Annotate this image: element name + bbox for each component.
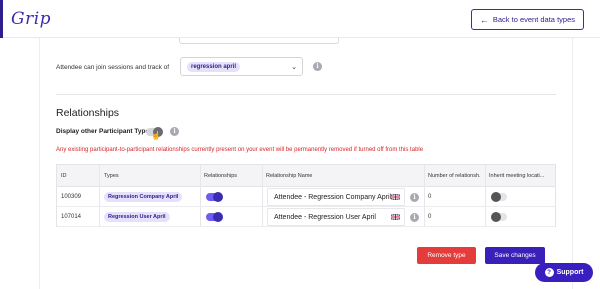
relationships-toggle[interactable]: [206, 212, 223, 222]
attendee-sessions-select[interactable]: regression april ⌄: [180, 57, 303, 76]
relationship-name-value: Attendee - Regression Company April: [274, 193, 392, 201]
warning-message: Any existing participant-to-participant …: [56, 147, 424, 153]
toggle-knob: [491, 212, 501, 222]
arrow-left-icon: ←: [479, 14, 489, 25]
table-header: ID Types Relationships Relationship Name…: [57, 165, 555, 187]
column-header-relationship-name[interactable]: Relationship Name: [266, 173, 312, 179]
uk-flag-icon[interactable]: [391, 214, 400, 220]
toggle-knob: [213, 192, 223, 202]
column-header-id[interactable]: ID: [61, 173, 67, 179]
table-row: 107014 Regression User April Attendee - …: [57, 207, 555, 227]
save-changes-button[interactable]: Save changes: [485, 247, 545, 264]
column-header-inherit-meeting-location[interactable]: Inherit meeting locati...: [489, 173, 551, 179]
type-chip: Regression User April: [104, 212, 170, 222]
left-accent-bar: [0, 0, 3, 38]
info-icon[interactable]: i: [410, 193, 419, 202]
section-divider: [56, 94, 556, 95]
row-id: 100309: [61, 194, 82, 200]
chevron-down-icon: ⌄: [291, 64, 297, 71]
info-icon[interactable]: i: [313, 62, 322, 71]
remove-type-button[interactable]: Remove type: [417, 247, 476, 264]
table-row: 100309 Regression Company April Attendee…: [57, 187, 555, 207]
info-icon[interactable]: i: [170, 127, 179, 136]
page: Grip ← Back to event data types Attendee…: [0, 0, 600, 289]
support-label: Support: [556, 269, 584, 276]
toggle-knob: [213, 212, 223, 222]
relationship-name-input[interactable]: Attendee - Regression Company April: [267, 188, 405, 206]
uk-flag-icon[interactable]: [391, 194, 400, 200]
attendee-sessions-label: Attendee can join sessions and track of: [56, 64, 170, 71]
app-logo[interactable]: Grip: [11, 9, 51, 29]
inherit-meeting-location-toggle[interactable]: [491, 212, 507, 222]
mouse-pointer-icon: ☝: [151, 131, 161, 140]
question-icon: ?: [544, 268, 554, 277]
display-participant-types-label: Display other Participant Types: [56, 128, 153, 135]
column-header-relationships[interactable]: Relationships: [204, 173, 237, 179]
relationships-toggle[interactable]: [206, 192, 223, 202]
top-bar: Grip ← Back to event data types: [0, 0, 600, 38]
back-to-event-data-types-button[interactable]: ← Back to event data types: [470, 9, 584, 30]
type-chip: Regression Company April: [104, 192, 183, 202]
column-header-number-of-relationships[interactable]: Number of relationsh...: [428, 173, 480, 179]
column-header-types[interactable]: Types: [104, 173, 119, 179]
relationship-name-value: Attendee - Regression User April: [274, 213, 376, 221]
row-id: 107014: [61, 214, 82, 220]
relationship-count: 0: [428, 194, 432, 200]
relationship-name-input[interactable]: Attendee - Regression User April: [267, 208, 405, 226]
info-icon[interactable]: i: [410, 213, 419, 222]
content-border-right: [572, 38, 573, 289]
selected-chip: regression april: [187, 61, 241, 72]
previous-select-field[interactable]: [179, 38, 339, 44]
support-button[interactable]: ? Support: [535, 263, 593, 282]
relationships-title: Relationships: [56, 107, 120, 119]
relationship-count: 0: [428, 214, 432, 220]
inherit-meeting-location-toggle[interactable]: [491, 192, 507, 202]
back-button-label: Back to event data types: [492, 15, 575, 24]
toggle-knob: [491, 192, 501, 202]
settings-panel: Attendee can join sessions and track of …: [40, 38, 572, 289]
relationships-table: ID Types Relationships Relationship Name…: [56, 164, 556, 227]
